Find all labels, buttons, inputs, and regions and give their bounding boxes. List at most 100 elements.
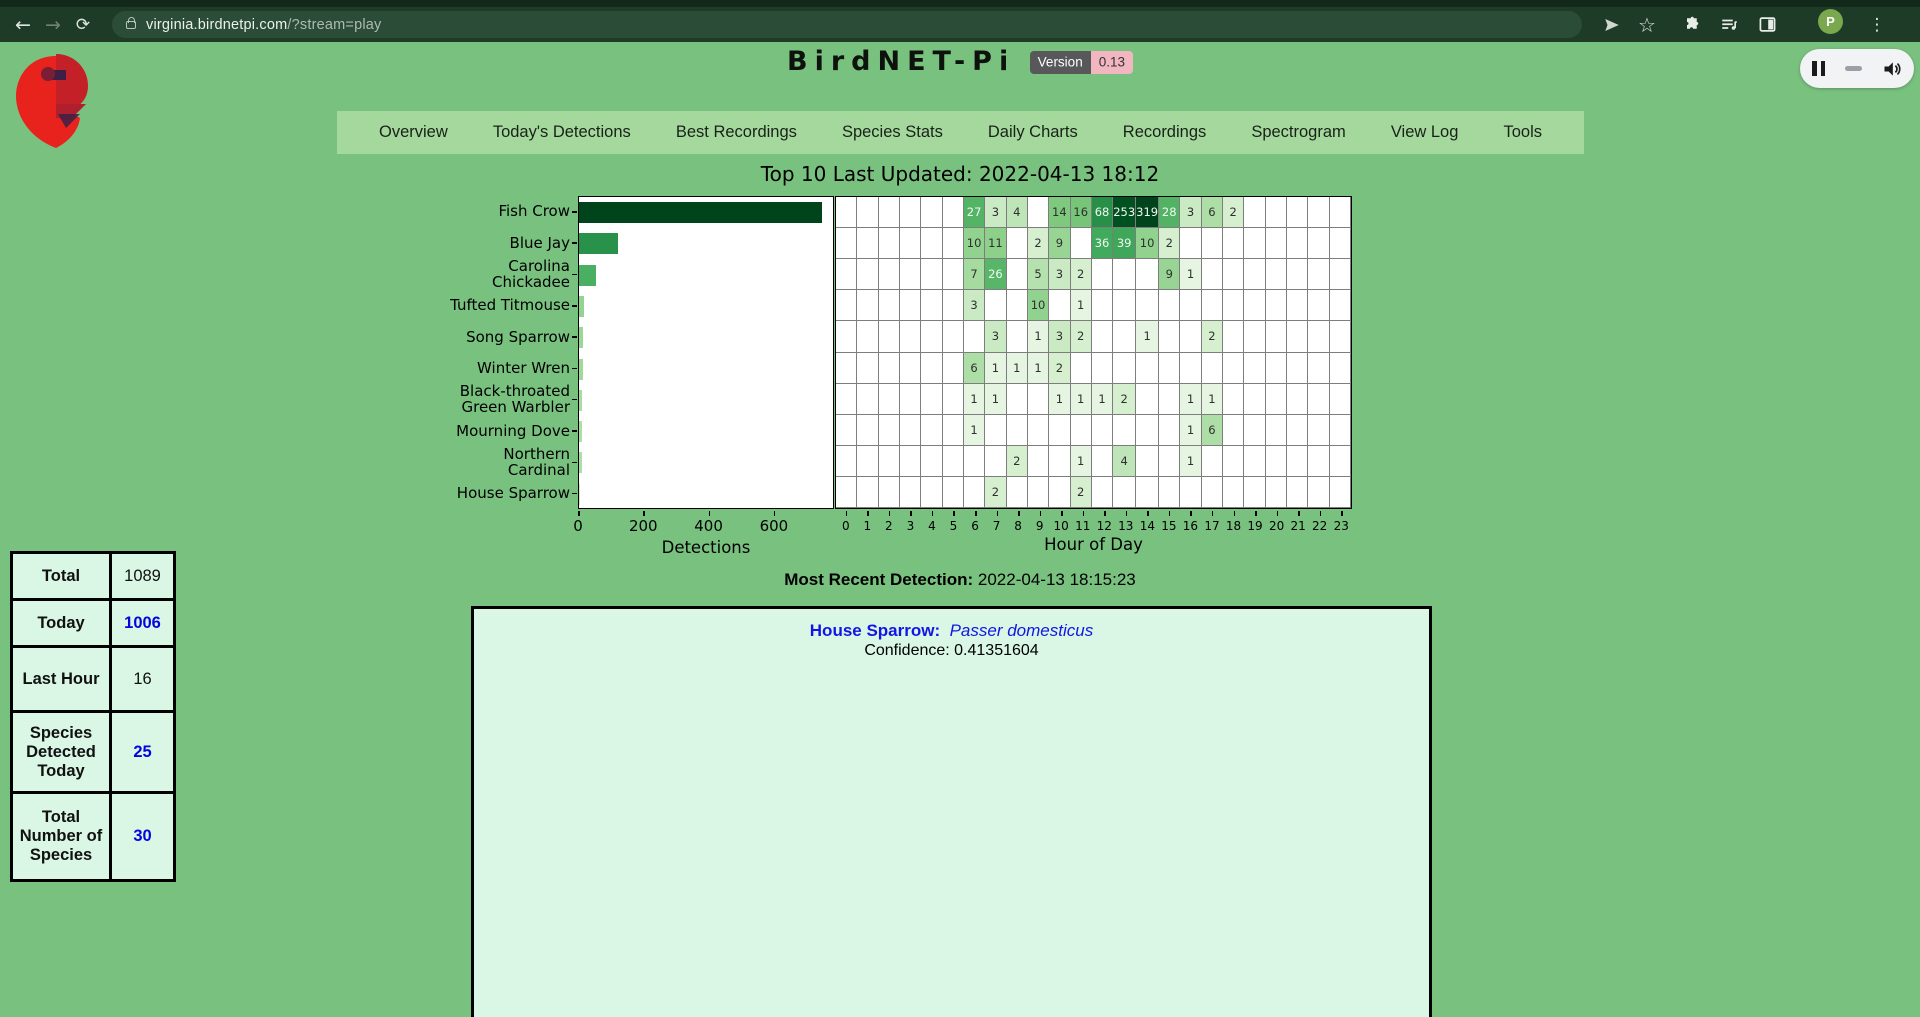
chart-heading: Top 10 Last Updated: 2022-04-13 18:12	[0, 162, 1920, 186]
heatmap-cell	[879, 446, 900, 477]
menu-kebab-icon[interactable]: ⋮	[1860, 7, 1894, 42]
bar-xtick-label: 400	[679, 517, 739, 535]
detection-title[interactable]: House Sparrow: Passer domesticus	[474, 621, 1429, 641]
heatmap-cell: 3	[985, 321, 1006, 352]
heatmap-cell: 1	[1071, 446, 1092, 477]
nav-item-best-recordings[interactable]: Best Recordings	[676, 123, 797, 142]
send-icon[interactable]	[1595, 7, 1629, 42]
heatmap-cell: 14	[1049, 197, 1070, 228]
nav-item-daily-charts[interactable]: Daily Charts	[988, 123, 1078, 142]
bar-xtick-label: 0	[548, 517, 608, 535]
hour-tick-label: 14	[1135, 519, 1159, 533]
bar-xtick-mark	[643, 511, 645, 516]
extensions-icon[interactable]	[1676, 7, 1710, 42]
heatmap-cell	[1007, 259, 1028, 290]
heatmap-cell	[1266, 477, 1287, 508]
heatmap-cell	[1330, 477, 1351, 508]
reload-icon[interactable]: ⟳	[66, 7, 100, 42]
address-bar[interactable]: virginia.birdnetpi.com/?stream=play	[112, 11, 1582, 38]
hour-tick-mark	[975, 511, 977, 516]
audio-player[interactable]	[1800, 49, 1914, 88]
hour-tick-mark	[932, 511, 934, 516]
heatmap-cell	[900, 415, 921, 446]
heatmap-cell: 1	[1071, 384, 1092, 415]
heatmap-cell	[1308, 228, 1329, 259]
heatmap-cell	[1308, 197, 1329, 228]
stats-table: Total1089Today1006Last Hour16Species Det…	[10, 551, 176, 882]
heatmap-cell	[943, 384, 964, 415]
heatmap-cell	[1223, 228, 1244, 259]
heatmap-cell	[836, 415, 857, 446]
side-panel-icon[interactable]	[1750, 7, 1784, 42]
heatmap-cell	[1223, 384, 1244, 415]
heatmap-cell	[921, 259, 942, 290]
hour-tick-mark	[889, 511, 891, 516]
bookmark-star-icon[interactable]: ☆	[1630, 7, 1664, 42]
heatmap-cell: 1	[1136, 321, 1159, 352]
heatmap-cell: 9	[1159, 259, 1180, 290]
heatmap-cell	[1287, 415, 1308, 446]
nav-item-species-stats[interactable]: Species Stats	[842, 123, 943, 142]
stats-label: Total Number of Species	[12, 793, 111, 881]
heatmap-cell	[857, 353, 878, 384]
species-label: Song Sparrow	[370, 329, 570, 346]
stats-value-link[interactable]: 25	[111, 712, 175, 793]
detection-species-link[interactable]: House Sparrow:	[810, 621, 940, 640]
nav-bar: Overview Today's Detections Best Recording…	[337, 111, 1584, 154]
nav-item-today-s-detections[interactable]: Today's Detections	[493, 123, 631, 142]
volume-icon[interactable]	[1882, 59, 1902, 79]
media-controls-icon[interactable]	[1712, 7, 1746, 42]
heatmap-cell	[1113, 259, 1136, 290]
nav-item-spectrogram[interactable]: Spectrogram	[1251, 123, 1345, 142]
heatmap-cell: 2	[1071, 477, 1092, 508]
heatmap-cell	[943, 290, 964, 321]
nav-item-recordings[interactable]: Recordings	[1123, 123, 1206, 142]
detection-bar	[579, 233, 618, 254]
heatmap-cell: 27	[964, 197, 985, 228]
heatmap-cell	[1287, 290, 1308, 321]
nav-item-overview[interactable]: Overview	[379, 123, 448, 142]
detection-bar	[579, 452, 582, 473]
heatmap-cell	[921, 477, 942, 508]
heatmap-cell: 28	[1159, 197, 1180, 228]
heatmap-cell	[1287, 228, 1308, 259]
heatmap-cell	[1136, 290, 1159, 321]
stats-value: 16	[111, 647, 175, 712]
heatmap-cell	[1308, 259, 1329, 290]
url-text[interactable]: virginia.birdnetpi.com/?stream=play	[146, 17, 382, 33]
heatmap-cell	[1330, 446, 1351, 477]
heatmap-cell	[900, 384, 921, 415]
hour-tick-label: 6	[963, 519, 987, 533]
heatmap-cell	[900, 446, 921, 477]
bar-ytick-mark	[572, 211, 577, 213]
heatmap-cell	[900, 197, 921, 228]
heatmap-cell	[1244, 384, 1265, 415]
heatmap-cell	[921, 384, 942, 415]
heatmap-cell: 2	[1071, 321, 1092, 352]
pause-button[interactable]	[1812, 61, 1825, 76]
hour-tick-label: 22	[1308, 519, 1332, 533]
hour-tick-label: 16	[1178, 519, 1202, 533]
back-icon[interactable]: ←	[6, 7, 40, 42]
heatmap-cell	[1244, 415, 1265, 446]
hour-tick-mark	[867, 511, 869, 516]
heatmap-cell	[1308, 353, 1329, 384]
profile-avatar[interactable]: P	[1818, 9, 1843, 34]
heatmap-cell	[1202, 290, 1223, 321]
seek-bar[interactable]	[1845, 66, 1862, 71]
heatmap-cell	[1113, 415, 1136, 446]
nav-item-tools[interactable]: Tools	[1503, 123, 1542, 142]
version-badge[interactable]: Version0.13	[1030, 54, 1133, 69]
nav-item-view-log[interactable]: View Log	[1391, 123, 1459, 142]
hour-tick-label: 12	[1092, 519, 1116, 533]
hour-tick-label: 18	[1222, 519, 1246, 533]
heatmap-cell: 1	[964, 384, 985, 415]
stats-value-link[interactable]: 1006	[111, 600, 175, 647]
heatmap-cell	[1266, 446, 1287, 477]
heatmap-cell	[1159, 415, 1180, 446]
stats-value-link[interactable]: 30	[111, 793, 175, 881]
forward-icon[interactable]: →	[36, 7, 70, 42]
heatmap-cell	[1136, 415, 1159, 446]
heatmap-cell	[1007, 477, 1028, 508]
heatmap-cell	[1180, 228, 1201, 259]
